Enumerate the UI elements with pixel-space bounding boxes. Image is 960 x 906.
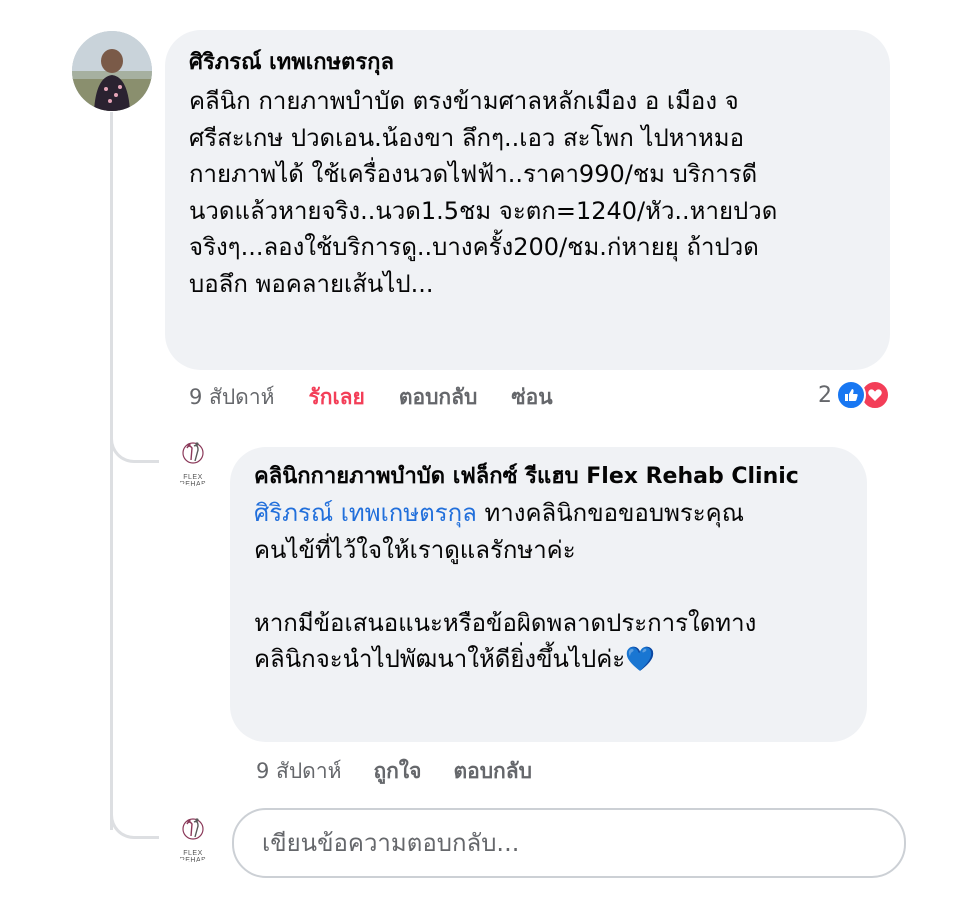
clinic-logo-text: FLEX REHAB — [179, 474, 207, 486]
comment-text: คลีนิก กายภาพบำบัด ตรงข้ามศาลหลักเมือง อ… — [189, 83, 866, 302]
reply-line-rest: ทางคลินิกขอขอบพระคุณ — [476, 499, 744, 527]
reply-actions: 9 สัปดาห์ ถูกใจ ตอบกลับ — [256, 757, 532, 785]
composer-avatar: FLEX REHAB — [170, 816, 216, 862]
comment-actions: 9 สัปดาห์ รักเลย ตอบกลับ ซ่อน — [189, 383, 553, 411]
reply-composer[interactable] — [232, 808, 906, 878]
comment-bubble: ศิริภรณ์ เทพเกษตรกุล คลีนิก กายภาพบำบัด … — [165, 30, 890, 370]
comment-line: จริงๆ...ลองใช้บริการดู..บางครั้ง200/ชม.ก… — [189, 233, 759, 261]
reply-line-text: คลินิกจะนำไปพัฒนาให้ดียิ่งขึ้นไปค่ะ — [254, 645, 626, 673]
reply-bubble: คลินิกกายภาพบำบัด เฟล็กซ์ รีแฮบ Flex Reh… — [230, 447, 867, 742]
reply-line: ศิริภรณ์ เทพเกษตรกุล ทางคลินิกขอขอบพระคุ… — [254, 495, 843, 532]
thread-line-vertical — [110, 112, 113, 830]
reaction-count: 2 — [818, 382, 832, 408]
comment-line: กายภาพได้ ใช้เครื่องนวดไฟฟ้า..ราคา990/ชม… — [189, 160, 758, 188]
commenter-photo — [72, 31, 152, 111]
reply-like-button[interactable]: ถูกใจ — [373, 757, 421, 785]
comment-timestamp[interactable]: 9 สัปดาห์ — [189, 383, 274, 411]
comment-line: คลีนิก กายภาพบำบัด ตรงข้ามศาลหลักเมือง อ… — [189, 87, 739, 115]
comment-love-button[interactable]: รักเลย — [308, 383, 364, 411]
reply-line: คนไข้ที่ไว้ใจให้เราดูแลรักษาค่ะ — [254, 535, 576, 564]
reply-line: คลินิกจะนำไปพัฒนาให้ดียิ่งขึ้นไปค่ะ💙 — [254, 641, 843, 678]
composer-logo-text: FLEX REHAB — [179, 850, 207, 862]
blue-heart-icon: 💙 — [625, 645, 656, 673]
comment-hide-button[interactable]: ซ่อน — [511, 383, 552, 411]
comment-line: นวดแล้วหายจริง..นวด1.5ชม จะตก=1240/หัว..… — [189, 196, 778, 225]
reply-text: ศิริภรณ์ เทพเกษตรกุล ทางคลินิกขอขอบพระคุ… — [254, 495, 843, 678]
reply-author[interactable]: คลินิกกายภาพบำบัด เฟล็กซ์ รีแฮบ Flex Reh… — [254, 462, 843, 492]
reply-blank-line — [254, 568, 843, 605]
reply-timestamp[interactable]: 9 สัปดาห์ — [256, 757, 341, 785]
commenter-avatar[interactable] — [72, 31, 152, 111]
like-reaction-icon — [836, 380, 866, 410]
comment-line: บอลึก พอคลายเส้นไป... — [189, 269, 434, 298]
thread-line-curve-reply — [110, 430, 159, 463]
reply-input[interactable] — [260, 828, 904, 858]
comment-author[interactable]: ศิริภรณ์ เทพเกษตรกุล — [189, 48, 866, 78]
reply-line: หากมีข้อเสนอแนะหรือข้อผิดพลาดประการใดทาง — [254, 608, 757, 637]
mention-link[interactable]: ศิริภรณ์ เทพเกษตรกุล — [254, 499, 477, 527]
flex-rehab-logo-icon — [182, 818, 204, 840]
thread-line-curve-composer — [110, 806, 159, 839]
reply-reply-button[interactable]: ตอบกลับ — [453, 757, 532, 785]
clinic-avatar[interactable]: FLEX REHAB — [170, 440, 216, 486]
comment-reply-button[interactable]: ตอบกลับ — [399, 383, 478, 411]
comment-line: ศรีสะเกษ ปวดเอน.น้องขา ลึกๆ..เอว สะโพก ไ… — [189, 123, 745, 152]
comment-reactions[interactable]: 2 — [818, 380, 890, 410]
flex-rehab-logo-icon — [182, 442, 204, 464]
